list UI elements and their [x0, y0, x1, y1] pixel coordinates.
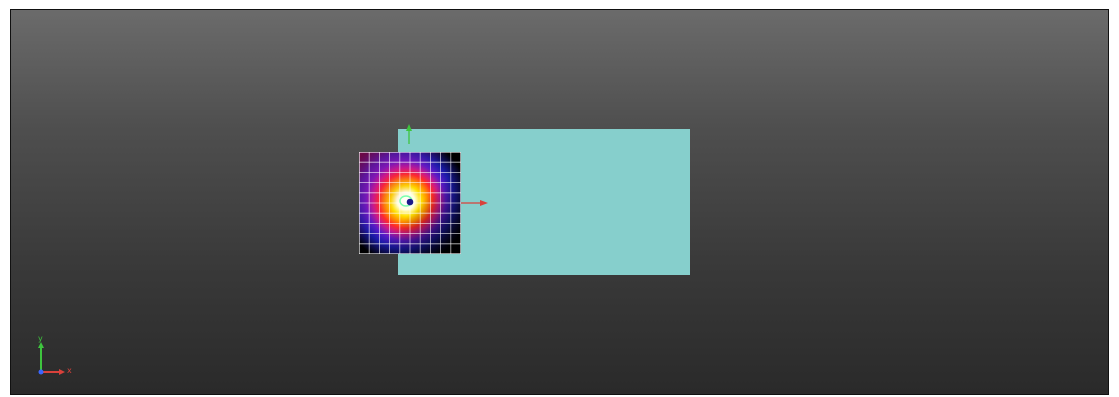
triad-x-label: x: [67, 366, 72, 375]
3d-viewport[interactable]: y x: [10, 9, 1109, 395]
gizmo-x-arrow-icon[interactable]: [480, 200, 488, 206]
triad-x-arrow-icon: [59, 369, 65, 375]
triad-z-axis-icon: [38, 369, 44, 375]
move-gizmo[interactable]: [399, 124, 499, 220]
scene-canvas[interactable]: y x: [11, 10, 1108, 394]
axis-orientation-triad: y x: [33, 334, 83, 378]
gizmo-y-arrow-icon[interactable]: [406, 124, 412, 131]
triad-y-label: y: [38, 334, 43, 343]
